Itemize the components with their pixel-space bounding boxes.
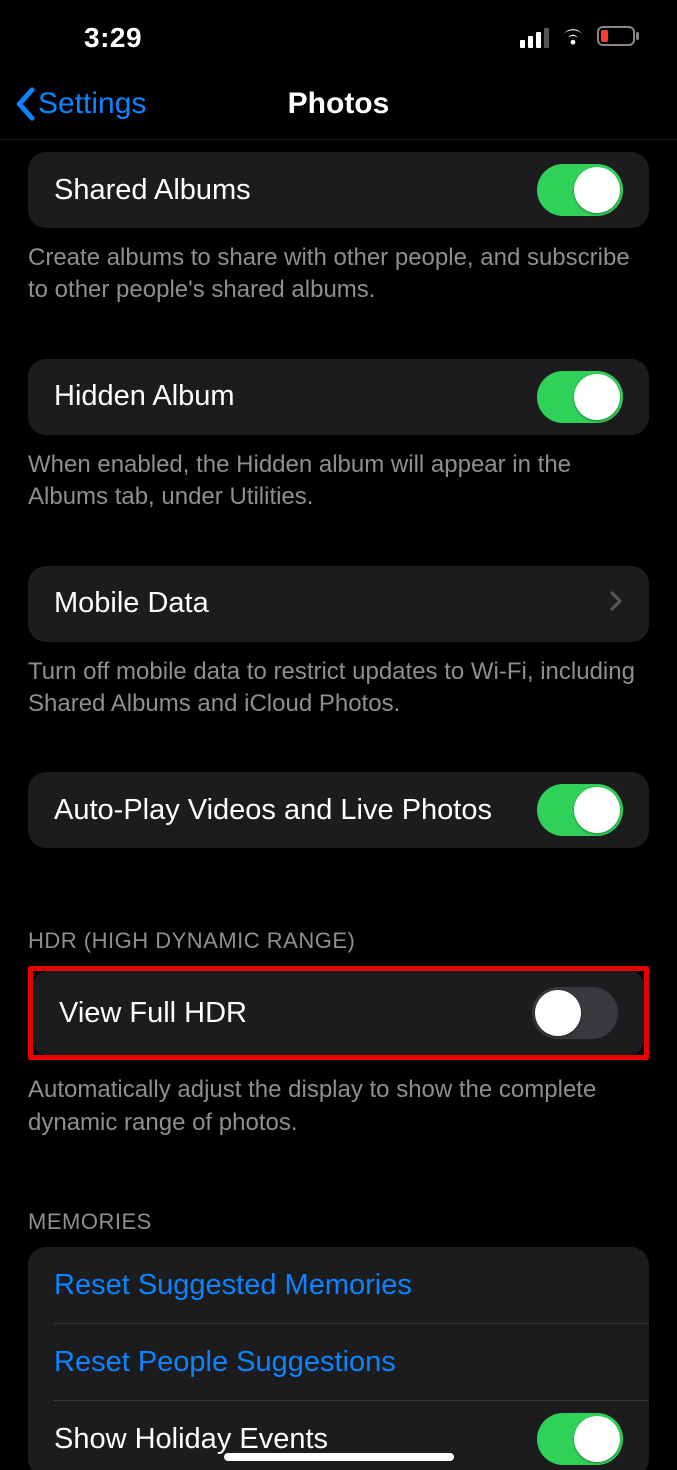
show-holiday-events-toggle[interactable] bbox=[537, 1413, 623, 1465]
back-label: Settings bbox=[38, 87, 146, 121]
reset-suggested-memories-row[interactable]: Reset Suggested Memories bbox=[28, 1247, 649, 1323]
autoplay-label: Auto-Play Videos and Live Photos bbox=[54, 794, 492, 827]
autoplay-toggle[interactable] bbox=[537, 784, 623, 836]
hidden-album-label: Hidden Album bbox=[54, 380, 235, 413]
memories-section-header: MEMORIES bbox=[0, 1209, 677, 1247]
status-time: 3:29 bbox=[84, 22, 142, 54]
home-indicator[interactable] bbox=[224, 1453, 454, 1461]
autoplay-row[interactable]: Auto-Play Videos and Live Photos bbox=[28, 772, 649, 848]
hidden-album-footer: When enabled, the Hidden album will appe… bbox=[0, 435, 677, 514]
mobile-data-row[interactable]: Mobile Data bbox=[28, 566, 649, 642]
battery-low-icon bbox=[597, 25, 641, 52]
shared-albums-row[interactable]: Shared Albums bbox=[28, 152, 649, 228]
highlight-annotation: View Full HDR bbox=[28, 966, 649, 1060]
reset-people-suggestions-row[interactable]: Reset People Suggestions bbox=[28, 1324, 649, 1400]
reset-suggested-memories-label: Reset Suggested Memories bbox=[54, 1269, 412, 1302]
hidden-album-toggle[interactable] bbox=[537, 371, 623, 423]
mobile-data-label: Mobile Data bbox=[54, 587, 209, 620]
hdr-footer: Automatically adjust the display to show… bbox=[0, 1060, 677, 1139]
nav-header: Settings Photos bbox=[0, 68, 677, 140]
wifi-icon bbox=[559, 25, 587, 52]
hidden-album-row[interactable]: Hidden Album bbox=[28, 359, 649, 435]
reset-people-suggestions-label: Reset People Suggestions bbox=[54, 1346, 396, 1379]
view-full-hdr-toggle[interactable] bbox=[532, 987, 618, 1039]
shared-albums-label: Shared Albums bbox=[54, 174, 251, 207]
cellular-icon bbox=[520, 28, 549, 48]
shared-albums-toggle[interactable] bbox=[537, 164, 623, 216]
view-full-hdr-row[interactable]: View Full HDR bbox=[33, 971, 644, 1055]
view-full-hdr-label: View Full HDR bbox=[59, 997, 247, 1030]
hdr-section-header: HDR (HIGH DYNAMIC RANGE) bbox=[0, 928, 677, 966]
shared-albums-footer: Create albums to share with other people… bbox=[0, 228, 677, 307]
status-indicators bbox=[520, 25, 641, 52]
mobile-data-footer: Turn off mobile data to restrict updates… bbox=[0, 642, 677, 721]
chevron-right-icon bbox=[609, 587, 623, 620]
back-button[interactable]: Settings bbox=[0, 87, 146, 121]
chevron-left-icon bbox=[14, 87, 36, 121]
show-holiday-events-label: Show Holiday Events bbox=[54, 1423, 328, 1456]
status-bar: 3:29 bbox=[0, 0, 677, 68]
